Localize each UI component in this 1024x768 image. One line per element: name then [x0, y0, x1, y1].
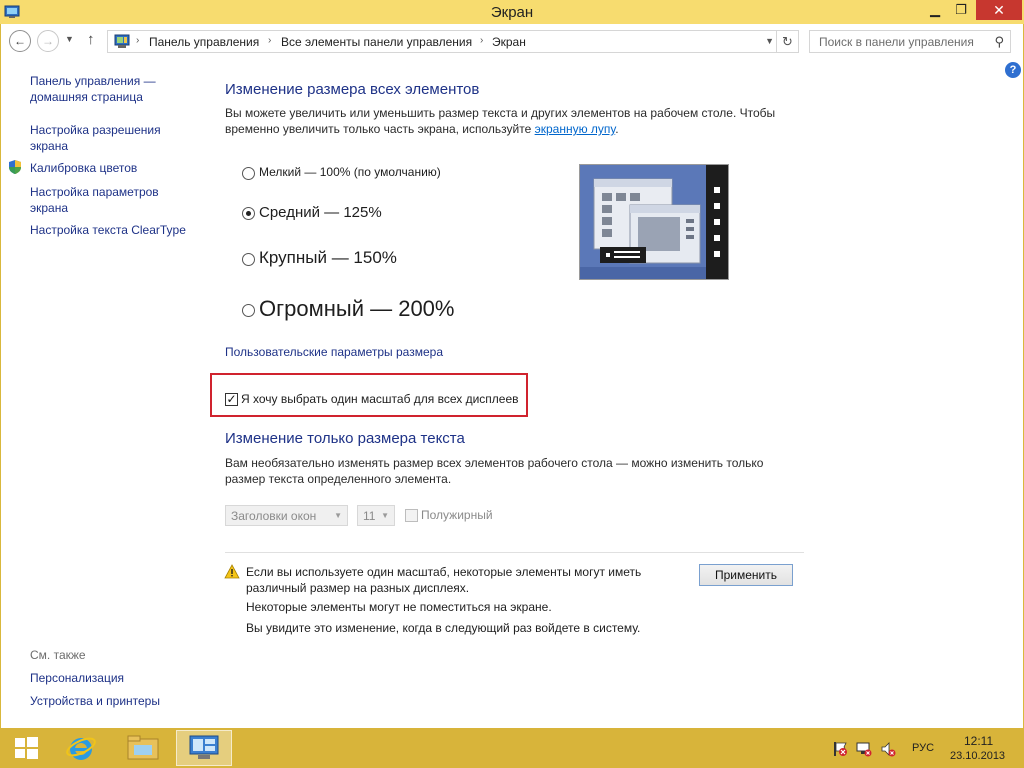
windows-logo-icon — [15, 737, 38, 759]
radio-huge[interactable] — [242, 304, 255, 317]
apply-button[interactable]: Применить — [699, 564, 793, 586]
radio-medium-label[interactable]: Средний — 125% — [259, 204, 382, 221]
divider — [225, 552, 804, 553]
language-indicator[interactable]: РУС — [912, 742, 934, 754]
scale-preview-image — [579, 164, 729, 280]
warning-text-2: Некоторые элементы могут не поместиться … — [246, 600, 552, 614]
link-devices-printers[interactable]: Устройства и принтеры — [30, 693, 190, 709]
radio-small[interactable] — [242, 167, 255, 180]
control-panel-icon — [189, 735, 219, 759]
forward-button[interactable]: → — [37, 30, 59, 52]
breadcrumb-separator: › — [136, 35, 140, 46]
one-scale-checkbox[interactable]: ✓ — [225, 393, 238, 406]
breadcrumb-control-panel[interactable]: Панель управления — [149, 35, 259, 49]
back-button[interactable]: ← — [9, 30, 31, 52]
clock-time[interactable]: 12:11 — [964, 734, 993, 748]
taskbar-internet-explorer[interactable] — [58, 730, 104, 766]
link-control-panel-home[interactable]: Панель управления — домашняя страница — [30, 73, 190, 105]
left-panel: Панель управления — домашняя страница На… — [1, 58, 201, 728]
help-icon[interactable]: ? — [1005, 62, 1021, 78]
section-title-all-items: Изменение размера всех элементов — [225, 81, 480, 98]
network-icon[interactable] — [856, 741, 872, 757]
navigation-bar: ← → ▼ ↑ › Панель управления › Все элемен… — [1, 24, 1023, 58]
breadcrumb-separator[interactable]: › — [480, 35, 483, 46]
taskbar-control-panel[interactable] — [176, 730, 232, 766]
folder-icon — [127, 735, 159, 760]
breadcrumb-display[interactable]: Экран — [492, 35, 526, 49]
recent-locations-dropdown-icon[interactable]: ▼ — [65, 34, 74, 44]
link-color-calibration[interactable]: Калибровка цветов — [30, 160, 190, 176]
chevron-down-icon: ▼ — [334, 511, 342, 520]
radio-small-label[interactable]: Мелкий — 100% (по умолчанию) — [259, 165, 441, 179]
clock-date[interactable]: 23.10.2013 — [950, 750, 1005, 762]
description-end: . — [615, 122, 619, 136]
element-select[interactable]: Заголовки окон ▼ — [225, 505, 348, 526]
description-text: Вы можете увеличить или уменьшить размер… — [225, 106, 776, 136]
bold-checkbox[interactable] — [405, 509, 418, 522]
warning-text-3: Вы увидите это изменение, когда в следую… — [246, 621, 641, 635]
link-screen-resolution[interactable]: Настройка разрешения экрана — [30, 122, 190, 154]
radio-huge-label[interactable]: Огромный — 200% — [259, 296, 454, 322]
breadcrumb-all-items[interactable]: Все элементы панели управления — [281, 35, 472, 49]
warning-icon — [224, 564, 240, 579]
font-size-select[interactable]: 11 ▼ — [357, 505, 395, 526]
maximize-button[interactable]: ❐ — [948, 0, 974, 20]
magnifier-link[interactable]: экранную лупу — [535, 122, 616, 136]
close-button[interactable]: ✕ — [976, 0, 1022, 20]
see-also-label: См. также — [30, 648, 86, 662]
taskbar: РУС 12:11 23.10.2013 — [0, 728, 1024, 768]
search-placeholder: Поиск в панели управления — [819, 35, 974, 49]
preview-illustration — [580, 165, 728, 279]
section-title-text-only: Изменение только размера текста — [225, 430, 465, 447]
section-description-text-only: Вам необязательно изменять размер всех э… — [225, 456, 764, 486]
link-cleartype[interactable]: Настройка текста ClearType — [30, 222, 190, 238]
search-box[interactable]: Поиск в панели управления ⚲ — [809, 30, 1011, 53]
action-center-flag-icon[interactable] — [832, 741, 848, 757]
address-bar[interactable]: › Панель управления › Все элементы панел… — [107, 30, 799, 53]
start-button[interactable] — [6, 730, 46, 766]
taskbar-file-explorer[interactable] — [118, 730, 168, 766]
uac-shield-icon — [9, 160, 21, 174]
radio-medium[interactable] — [242, 207, 255, 220]
link-personalization[interactable]: Персонализация — [30, 670, 190, 686]
radio-large-label[interactable]: Крупный — 150% — [259, 248, 397, 268]
internet-explorer-icon — [66, 737, 96, 760]
window-title: Экран — [490, 4, 534, 21]
element-select-value: Заголовки окон — [231, 509, 317, 523]
address-dropdown-icon[interactable]: ▼ — [765, 36, 774, 46]
volume-muted-icon[interactable] — [880, 741, 896, 757]
radio-large[interactable] — [242, 253, 255, 266]
control-panel-window: ← → ▼ ↑ › Панель управления › Все элемен… — [0, 24, 1024, 728]
minimize-button[interactable]: ▁ — [922, 0, 948, 20]
up-arrow-icon[interactable]: ↑ — [87, 31, 95, 48]
font-size-value: 11 — [363, 509, 376, 523]
bold-checkbox-label[interactable]: Полужирный — [421, 508, 493, 522]
one-scale-checkbox-label[interactable]: Я хочу выбрать один масштаб для всех дис… — [241, 392, 519, 406]
warning-text-1: Если вы используете один масштаб, некото… — [246, 565, 642, 595]
breadcrumb-separator[interactable]: › — [268, 35, 271, 46]
refresh-icon[interactable]: ↻ — [776, 31, 798, 52]
control-panel-icon — [114, 34, 130, 48]
link-display-settings[interactable]: Настройка параметров экрана — [30, 184, 190, 216]
custom-size-link[interactable]: Пользовательские параметры размера — [225, 345, 443, 359]
search-icon[interactable]: ⚲ — [994, 34, 1004, 50]
chevron-down-icon: ▼ — [381, 511, 389, 520]
section-description-all-items: Вы можете увеличить или уменьшить размер… — [225, 105, 785, 137]
title-bar: Экран ▁ ❐ ✕ — [0, 0, 1024, 24]
